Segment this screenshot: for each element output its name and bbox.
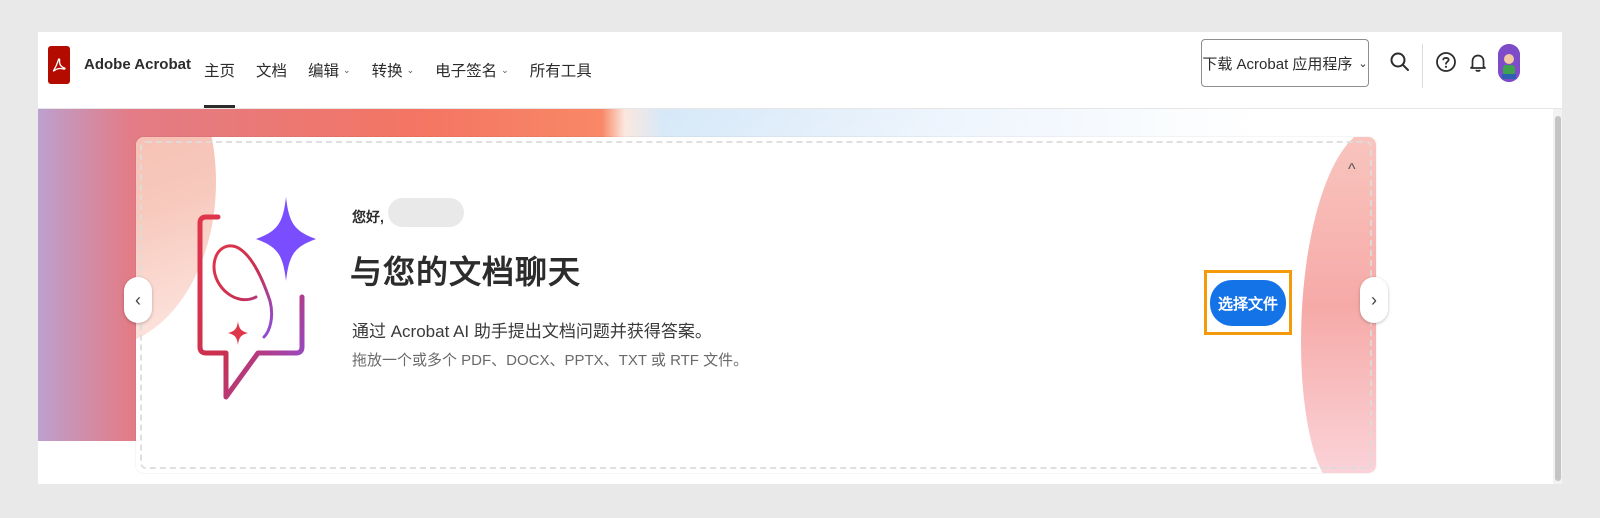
nav-item-label: 编辑 — [308, 63, 340, 80]
select-file-button[interactable]: 选择文件 — [1210, 280, 1286, 326]
chevron-down-icon: ⌄ — [501, 64, 509, 75]
carousel-next-button[interactable]: › — [1360, 277, 1388, 323]
chevron-down-icon: ⌄ — [1358, 57, 1368, 70]
scrollbar-thumb[interactable] — [1555, 116, 1561, 481]
nav-item-label: 转换 — [371, 63, 403, 80]
app-name[interactable]: Adobe Acrobat — [84, 56, 191, 73]
chevron-down-icon: ⌄ — [406, 64, 415, 75]
avatar[interactable] — [1498, 44, 1520, 82]
nav-item-e-sign[interactable]: 电子签名 ⌄ — [435, 32, 509, 108]
chevron-right-icon: › — [1371, 289, 1377, 310]
nav-item-label: 主页 — [204, 63, 236, 80]
redacted-user-name — [388, 198, 464, 227]
hero-headline: 与您的文档聊天 — [350, 254, 582, 290]
nav-item-convert[interactable]: 转换 ⌄ — [372, 32, 415, 108]
bell-icon[interactable] — [1466, 50, 1490, 74]
file-types-hint: 拖放一个或多个 PDF、DOCX、PPTX、TXT 或 RTF 文件。 — [352, 352, 749, 369]
chevron-left-icon: ‹ — [135, 289, 141, 310]
greeting-text: 您好, — [352, 209, 384, 225]
nav-item-home[interactable]: 主页 — [204, 32, 236, 108]
nav-item-all-tools[interactable]: 所有工具 — [530, 32, 592, 108]
search-icon[interactable] — [1388, 50, 1412, 74]
nav-item-label: 文档 — [256, 63, 288, 80]
nav-item-edit[interactable]: 编辑 ⌄ — [308, 32, 351, 108]
help-icon[interactable] — [1434, 50, 1458, 74]
nav-item-label: 电子签名 — [435, 63, 498, 80]
chevron-down-icon: ⌄ — [343, 64, 351, 75]
main-nav: 主页 文档 编辑 ⌄ 转换 ⌄ 电子签名 ⌄ 所有工具 — [204, 32, 613, 108]
top-navigation-bar: Adobe Acrobat 主页 文档 编辑 ⌄ 转换 ⌄ 电子签名 ⌄ 所有工… — [38, 32, 1562, 109]
toolbar-divider — [1422, 44, 1423, 88]
acrobat-window: Adobe Acrobat 主页 文档 编辑 ⌄ 转换 ⌄ 电子签名 ⌄ 所有工… — [38, 32, 1562, 484]
download-app-button[interactable]: 下载 Acrobat 应用程序 ⌄ — [1201, 39, 1369, 87]
nav-item-documents[interactable]: 文档 — [256, 32, 287, 108]
acrobat-logo-icon[interactable] — [48, 46, 70, 84]
drop-zone-border — [140, 141, 1372, 469]
nav-item-label: 所有工具 — [529, 63, 592, 80]
acrobat-symbol-icon — [52, 58, 66, 72]
chat-sparkle-illustration-icon — [197, 197, 316, 400]
download-app-label: 下载 Acrobat 应用程序 — [1202, 55, 1353, 73]
ai-assistant-card: ^ 您好, 与您的文档聊天 通过 Acrobat AI 助手提出文档问题并获得答… — [136, 137, 1376, 473]
hero-subtitle: 通过 Acrobat AI 助手提出文档问题并获得答案。 — [352, 322, 712, 341]
collapse-icon[interactable]: ^ — [1348, 161, 1356, 179]
user-avatar-icon — [1498, 44, 1520, 82]
carousel-prev-button[interactable]: ‹ — [124, 277, 152, 323]
